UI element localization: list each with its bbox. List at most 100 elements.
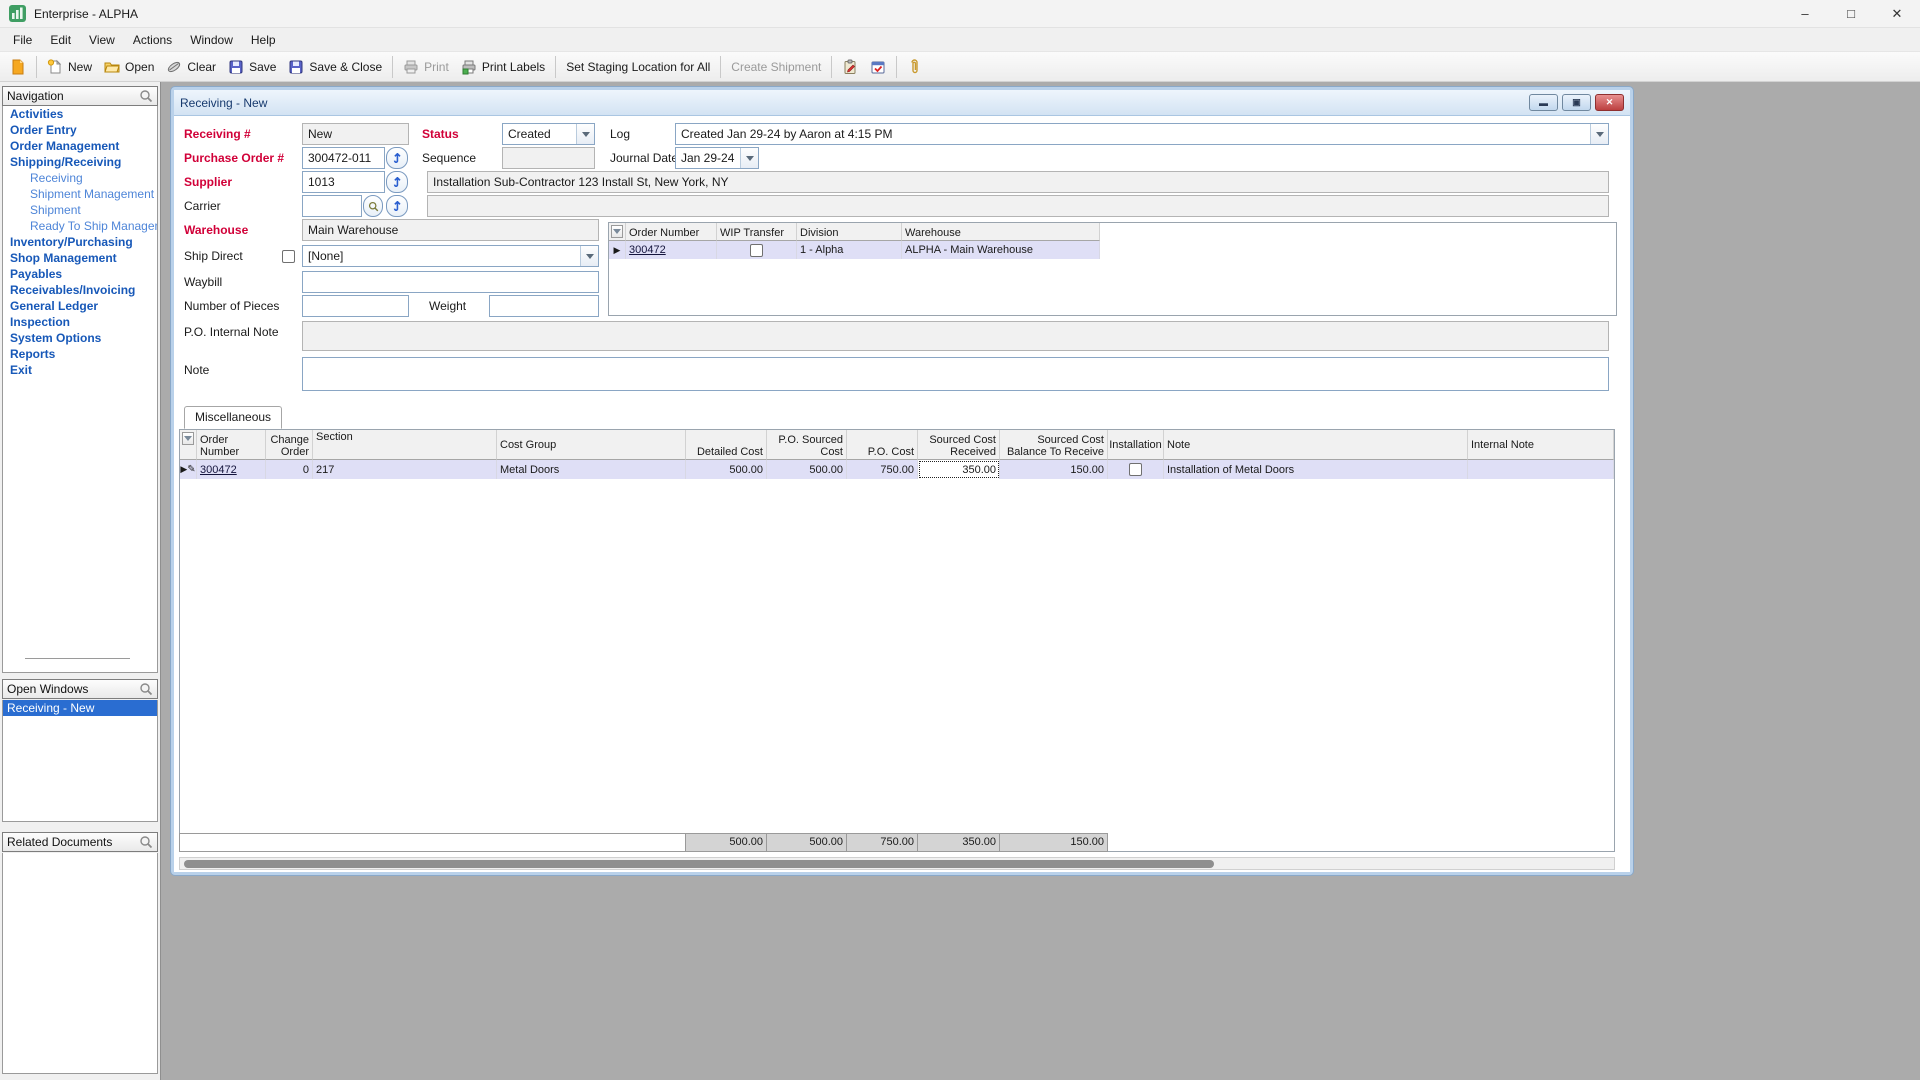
weight-field[interactable] (489, 295, 599, 317)
nav-item-ready-to-ship[interactable]: Ready To Ship Managem (3, 218, 157, 234)
column-header-installation[interactable]: Installation (1108, 430, 1164, 460)
column-header-change-order[interactable]: Change Order (266, 430, 313, 460)
child-minimize-button[interactable]: ▬ (1529, 94, 1558, 111)
nav-item-activities[interactable]: Activities (3, 106, 157, 122)
grid-options-button[interactable] (611, 225, 623, 238)
note-field[interactable] (302, 357, 1609, 391)
column-header-detailed-cost[interactable]: Detailed Cost (686, 430, 767, 460)
section-cell: 217 (313, 460, 497, 479)
window-menu-button[interactable] (4, 56, 32, 78)
tab-miscellaneous[interactable]: Miscellaneous (184, 406, 282, 429)
nav-item-receivables-invoicing[interactable]: Receivables/Invoicing (3, 282, 157, 298)
nav-item-inspection[interactable]: Inspection (3, 314, 157, 330)
menu-edit[interactable]: Edit (41, 30, 80, 50)
chevron-down-icon[interactable] (1590, 124, 1608, 144)
notes-button[interactable] (836, 56, 864, 78)
column-header-balance-to-receive[interactable]: Sourced Cost Balance To Receive (1000, 430, 1108, 460)
save-button[interactable]: Save (222, 56, 282, 78)
menu-help[interactable]: Help (242, 30, 285, 50)
column-header-po-cost[interactable]: P.O. Cost (847, 430, 918, 460)
print-button[interactable]: Print (397, 56, 455, 78)
horizontal-scrollbar[interactable] (179, 857, 1615, 870)
supplier-goto-button[interactable]: ↪ (386, 171, 408, 193)
open-window-item[interactable]: Receiving - New (3, 700, 157, 716)
scrollbar-thumb[interactable] (184, 860, 1214, 868)
supplier-field[interactable]: 1013 (302, 171, 385, 193)
orders-grid-row[interactable]: ▶ 300472 1 - Alpha ALPHA - Main Warehous… (609, 241, 1616, 259)
waybill-field[interactable] (302, 271, 599, 293)
ship-direct-select[interactable]: [None] (302, 245, 599, 267)
sourced-cost-received-cell[interactable]: 350.00 (918, 460, 1000, 479)
column-header-warehouse[interactable]: Warehouse (902, 223, 1100, 241)
search-icon[interactable] (139, 89, 153, 103)
order-number-link[interactable]: 300472 (200, 464, 237, 476)
clear-button[interactable]: Clear (160, 56, 222, 78)
column-header-section[interactable]: Section (313, 430, 497, 460)
nav-item-system-options[interactable]: System Options (3, 330, 157, 346)
nav-item-exit[interactable]: Exit (3, 362, 157, 378)
column-header-note[interactable]: Note (1164, 430, 1468, 460)
purchase-order-goto-button[interactable]: ↪ (386, 147, 408, 169)
journal-date-select[interactable]: Jan 29-24 (675, 147, 759, 169)
panel-resize-gripper[interactable] (25, 658, 130, 660)
nav-item-shipment[interactable]: Shipment (3, 202, 157, 218)
installation-checkbox[interactable] (1129, 463, 1142, 476)
status-select[interactable]: Created (502, 123, 595, 145)
search-icon[interactable] (139, 682, 153, 696)
chevron-down-icon[interactable] (576, 124, 594, 144)
purchase-order-field[interactable]: 300472-011 (302, 147, 385, 169)
new-button[interactable]: New (41, 56, 98, 78)
nav-item-payables[interactable]: Payables (3, 266, 157, 282)
column-header-order-number[interactable]: Order Number (197, 430, 266, 460)
chevron-down-icon[interactable] (740, 148, 758, 168)
carrier-field[interactable] (302, 195, 362, 217)
nav-item-general-ledger[interactable]: General Ledger (3, 298, 157, 314)
close-button[interactable]: ✕ (1874, 0, 1920, 27)
child-restore-button[interactable]: ▣ (1562, 94, 1591, 111)
nav-item-shipping-receiving[interactable]: Shipping/Receiving (3, 154, 157, 170)
menu-actions[interactable]: Actions (124, 30, 181, 50)
nav-item-shop-management[interactable]: Shop Management (3, 250, 157, 266)
child-close-button[interactable]: ✕ (1595, 94, 1624, 111)
column-header-division[interactable]: Division (797, 223, 902, 241)
column-header-order-number[interactable]: Order Number (626, 223, 717, 241)
wip-transfer-checkbox[interactable] (750, 244, 763, 257)
column-header-wip-transfer[interactable]: WIP Transfer (717, 223, 797, 241)
nav-item-inventory-purchasing[interactable]: Inventory/Purchasing (3, 234, 157, 250)
chevron-down-icon[interactable] (580, 246, 598, 266)
column-header-po-sourced-cost[interactable]: P.O. Sourced Cost (767, 430, 847, 460)
status-label: Status (422, 124, 459, 144)
log-select[interactable]: Created Jan 29-24 by Aaron at 4:15 PM (675, 123, 1609, 145)
menu-view[interactable]: View (80, 30, 124, 50)
misc-grid-row[interactable]: ▶✎ 300472 0 217 Metal Doors 500.00 500.0… (180, 460, 1614, 479)
schedule-button[interactable] (864, 56, 892, 78)
search-icon[interactable] (139, 835, 153, 849)
minimize-button[interactable]: – (1782, 0, 1828, 27)
nav-item-reports[interactable]: Reports (3, 346, 157, 362)
receiving-window-title: Receiving - New (180, 96, 267, 110)
menu-window[interactable]: Window (181, 30, 242, 50)
carrier-lookup-button[interactable] (363, 195, 383, 217)
save-close-button[interactable]: Save & Close (282, 56, 388, 78)
order-number-link[interactable]: 300472 (629, 244, 666, 256)
maximize-button[interactable]: □ (1828, 0, 1874, 27)
column-header-cost-group[interactable]: Cost Group (497, 430, 686, 460)
print-labels-button[interactable]: Print Labels (455, 56, 551, 78)
set-staging-location-button[interactable]: Set Staging Location for All (560, 57, 716, 77)
column-header-sourced-cost-received[interactable]: Sourced Cost Received (918, 430, 1000, 460)
menu-file[interactable]: File (4, 30, 41, 50)
number-of-pieces-field[interactable] (302, 295, 409, 317)
attachments-button[interactable] (901, 56, 929, 78)
column-header-internal-note[interactable]: Internal Note (1468, 430, 1614, 460)
nav-item-order-entry[interactable]: Order Entry (3, 122, 157, 138)
nav-item-shipment-management[interactable]: Shipment Management (3, 186, 157, 202)
grid-options-button[interactable] (182, 432, 194, 445)
row-selector-cell: ▶✎ (180, 460, 197, 479)
create-shipment-button[interactable]: Create Shipment (725, 57, 827, 77)
nav-item-receiving[interactable]: Receiving (3, 170, 157, 186)
receiving-window-titlebar[interactable]: Receiving - New ▬ ▣ ✕ (174, 90, 1630, 116)
ship-direct-checkbox[interactable] (282, 250, 295, 263)
open-button[interactable]: Open (98, 56, 160, 78)
nav-item-order-management[interactable]: Order Management (3, 138, 157, 154)
carrier-goto-button[interactable]: ↪ (386, 195, 408, 217)
